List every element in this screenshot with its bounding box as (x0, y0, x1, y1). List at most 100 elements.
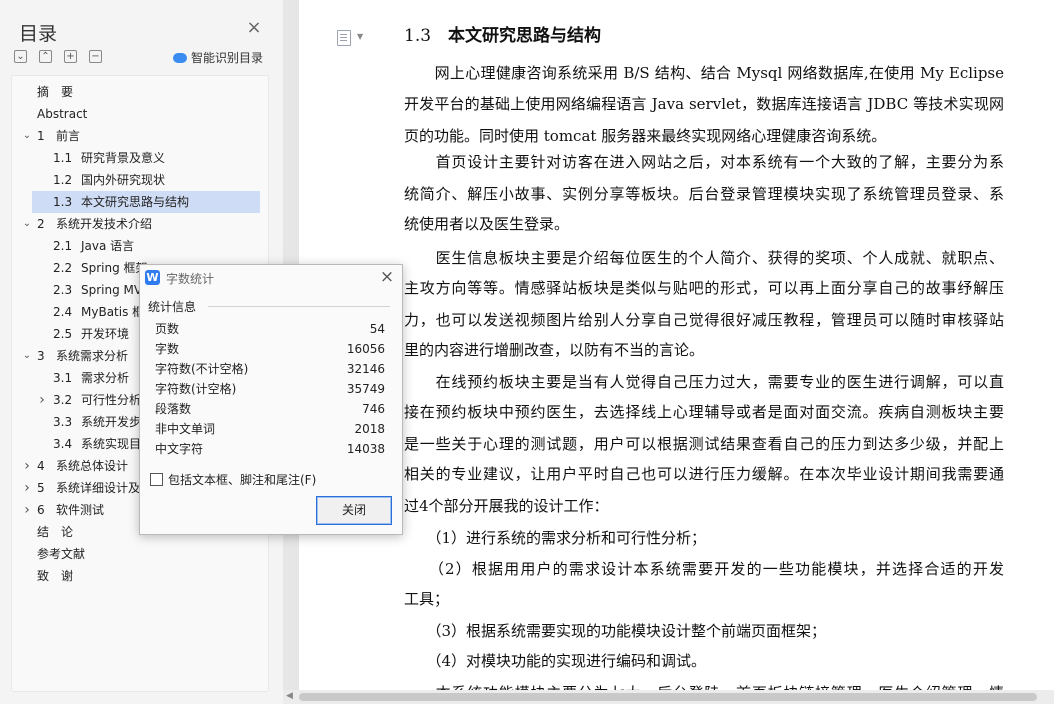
checkbox-label: 包括文本框、脚注和尾注(F) (168, 473, 317, 487)
document-line: 页的功能。同时使用 tomcat 服务器来最终实现网络心理健康咨询系统。 (404, 127, 887, 145)
toc-item[interactable]: 1.3 本文研究思路与结构 (32, 191, 260, 213)
chevron-down-icon[interactable]: ⌄ (21, 213, 33, 235)
toc-item-label: 系统开发技术介绍 (56, 217, 153, 231)
toc-item-number: 2.2 (53, 261, 73, 275)
toc-item-number: 4 (37, 459, 45, 473)
stats-label: 页数 (155, 322, 180, 336)
chevron-right-icon[interactable]: › (21, 499, 33, 521)
toc-item-number: 6 (37, 503, 45, 517)
document-line: 网上心理健康咨询系统采用 B/S 结构、结合 Mysql 网络数据库,在使用 M… (404, 64, 1004, 82)
toc-item-number: 2.1 (53, 239, 73, 253)
stats-value: 16056 (346, 342, 385, 356)
chevron-down-icon[interactable]: ⌄ (21, 125, 33, 147)
include-textbox-checkbox[interactable]: 包括文本框、脚注和尾注(F) (150, 471, 316, 488)
word-count-dialog: W 字数统计 × 统计信息 页数 54 字数 16056 字符数(不计空格) 32146 字… (139, 264, 403, 535)
document-line: 统简介、解压小故事、实例分享等板块。后台登录管理模块实现了系统管理员登录、系 (404, 185, 1004, 203)
document-line: （4）对模块功能的实现进行编码和调试。 (404, 652, 707, 670)
document-page[interactable]: ▼ 1.3 本文研究思路与结构 网上心理健康咨询系统采用 B/S 结构、结合 My… (299, 0, 1054, 690)
toc-item-number: 2.5 (53, 327, 73, 341)
stats-label: 字符数(计空格) (155, 382, 237, 396)
toc-item[interactable]: 1.1 研究背景及意义 (32, 147, 260, 169)
close-button[interactable]: 关闭 (316, 496, 392, 525)
document-line: 工具； (404, 590, 450, 608)
toc-item-label: Spring 框架 (81, 261, 148, 275)
collapse-all-icon[interactable]: ⌃ (39, 50, 52, 63)
document-outline-icon[interactable] (337, 30, 351, 46)
add-level-icon[interactable]: + (64, 50, 77, 63)
smart-toc-button[interactable]: 智能识别目录 (173, 49, 263, 66)
stats-row: 中文字符 14038 (155, 439, 385, 459)
heading-number: 1.3 (404, 26, 432, 46)
toc-item[interactable]: 1.2 国内外研究现状 (32, 169, 260, 191)
toc-item[interactable]: 摘 要 (12, 81, 260, 103)
document-line: 接在预约板块中预约医生，去选择线上心理辅导或者是面对面交流。疾病自测板块主要 (404, 403, 1004, 421)
heading-text: 本文研究思路与结构 (448, 26, 602, 46)
expand-all-icon[interactable]: ⌄ (14, 50, 27, 63)
stats-row: 段落数 746 (155, 399, 385, 419)
toc-item-number: 3.4 (53, 437, 73, 451)
document-line: 过4个部分开展我的设计工作： (404, 497, 609, 515)
chevron-right-icon[interactable]: › (36, 389, 48, 411)
stats-label: 段落数 (155, 402, 192, 416)
wps-logo-icon: W (145, 270, 160, 285)
dialog-close-icon[interactable]: × (378, 268, 396, 286)
toc-item[interactable]: ⌄ 1 前言 (12, 125, 260, 147)
toc-item[interactable]: 参考文献 (12, 543, 260, 565)
toc-item-label: 国内外研究现状 (81, 173, 166, 187)
chevron-right-icon[interactable]: › (21, 455, 33, 477)
toc-item-label: 研究背景及意义 (81, 151, 166, 165)
toc-title: 目录 (19, 23, 58, 45)
toc-item-label: Abstract (37, 107, 88, 121)
stats-value: 35749 (346, 382, 385, 396)
toc-item-number: 1.3 (53, 195, 73, 209)
scrollbar-thumb[interactable] (299, 693, 1037, 701)
toc-item-number: 2 (37, 217, 45, 231)
horizontal-scrollbar[interactable]: ◀ (283, 690, 1054, 704)
stats-row: 非中文单词 2018 (155, 419, 385, 439)
chevron-right-icon[interactable]: › (21, 477, 33, 499)
stats-row: 字符数(不计空格) 32146 (155, 359, 385, 379)
toc-item-label: 可行性分析 (81, 393, 142, 407)
stats-row: 字数 16056 (155, 339, 385, 359)
document-line: 里的内容进行增删改查，以防有不当的言论。 (404, 341, 705, 359)
section-heading: 1.3 本文研究思路与结构 (404, 21, 601, 46)
toc-item-number: 3.2 (53, 393, 73, 407)
toc-item-label: 系统总体设计 (56, 459, 129, 473)
smart-toc-label: 智能识别目录 (191, 51, 264, 65)
toc-item-label: 参考文献 (37, 547, 86, 561)
toc-item-number: 1.1 (53, 151, 73, 165)
toc-item-number: 1 (37, 129, 45, 143)
toc-item-label: 本文研究思路与结构 (81, 195, 190, 209)
chevron-down-icon[interactable]: ▼ (357, 32, 363, 41)
toc-item[interactable]: 致 谢 (12, 565, 260, 587)
toc-item-number: 2.4 (53, 305, 73, 319)
toc-item-label: 致 谢 (37, 569, 74, 583)
toc-item-label: 开发环境 (81, 327, 130, 341)
scroll-left-icon[interactable]: ◀ (286, 691, 293, 701)
toc-item[interactable]: ⌄ 2 系统开发技术介绍 (12, 213, 260, 235)
document-line: （2）根据用用户的需求设计本系统需要开发的一些功能模块，并选择合适的开发 (404, 560, 1004, 578)
stats-row: 页数 54 (155, 319, 385, 339)
document-line: 力，也可以发送视频图片给别人分享自己觉得很好减压教程，管理员可以随时审核驿站 (404, 311, 1004, 329)
document-line: 主攻方向等等。情感驿站板块是类似与贴吧的形式，可以再上面分享自己的故事纾解压 (404, 279, 1004, 297)
toc-item-label: 前言 (56, 129, 81, 143)
stats-row: 字符数(计空格) 35749 (155, 379, 385, 399)
document-line: 是一些关于心理的测试题，用户可以根据测试结果查看自己的压力到达多少级，并配上 (404, 435, 1004, 453)
toc-close-icon[interactable]: × (245, 19, 263, 37)
stats-label: 字符数(不计空格) (155, 362, 249, 376)
toc-item[interactable]: Abstract (12, 103, 260, 125)
checkbox-box[interactable] (150, 473, 163, 486)
toc-item-number: 3.3 (53, 415, 73, 429)
document-line: 相关的专业建议，让用户平时自己也可以进行压力缓解。在本次毕业设计期间我需要通 (404, 465, 1004, 483)
document-line: （3）根据系统需要实现的功能模块设计整个前端页面框架； (404, 622, 827, 640)
toc-item-label: Java 语言 (81, 239, 135, 253)
toc-item-number: 3.1 (53, 371, 73, 385)
toc-item[interactable]: 2.1 Java 语言 (32, 235, 260, 257)
document-line: 统使用者以及医生登录。 (404, 215, 570, 233)
document-line: 开发平台的基础上使用网络编程语言 Java servlet，数据库连接语言 JD… (404, 95, 1004, 113)
chevron-down-icon[interactable]: ⌄ (21, 345, 33, 367)
remove-level-icon[interactable]: − (89, 50, 102, 63)
toc-item-number: 5 (37, 481, 45, 495)
toc-item-label: 软件测试 (56, 503, 105, 517)
toc-item-number: 3 (37, 349, 45, 363)
